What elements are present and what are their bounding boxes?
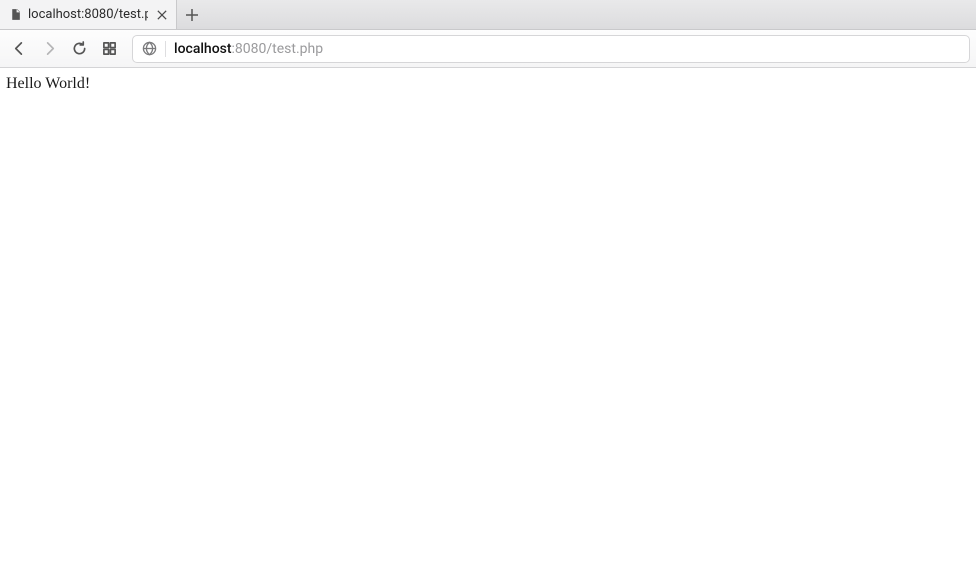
address-bar[interactable]: localhost:8080/test.php (132, 35, 970, 63)
back-button[interactable] (6, 36, 32, 62)
url-path: :8080/test.php (232, 42, 324, 56)
tab-close-button[interactable] (154, 7, 170, 23)
new-tab-button[interactable] (177, 0, 207, 29)
body-text: Hello World! (6, 75, 90, 92)
tab-title: localhost:8080/test.p (28, 7, 148, 22)
page-favicon (8, 8, 22, 22)
toolbar: localhost:8080/test.php (0, 30, 976, 68)
tab-strip: localhost:8080/test.p (0, 0, 976, 30)
home-speed-dial-button[interactable] (96, 36, 122, 62)
url-text[interactable]: localhost:8080/test.php (174, 42, 961, 56)
browser-tab[interactable]: localhost:8080/test.p (0, 0, 177, 29)
site-identity-icon[interactable] (141, 41, 157, 57)
page-content: Hello World! (0, 68, 976, 100)
url-host: localhost (174, 42, 232, 56)
reload-button[interactable] (66, 36, 92, 62)
address-separator (165, 41, 166, 57)
forward-button[interactable] (36, 36, 62, 62)
